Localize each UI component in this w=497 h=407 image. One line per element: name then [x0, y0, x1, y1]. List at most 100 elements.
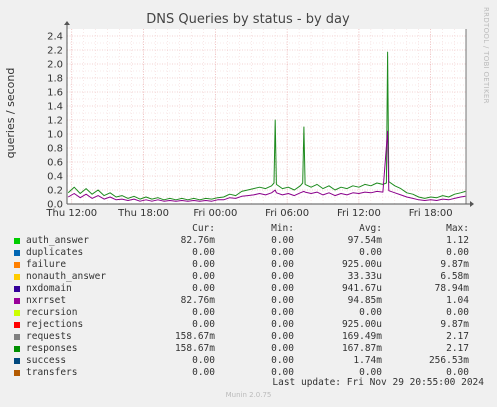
legend: Cur: Min: Avg: Max: auth_answer 82.76m 0.0…: [12, 223, 482, 379]
legend-row-nonauth_answer: nonauth_answer 0.00 0.00 33.33u 6.58m: [12, 271, 482, 283]
legend-row-requests: requests 158.67m 0.00 169.49m 2.17: [12, 331, 482, 343]
y-tick-label: 1.2: [47, 116, 63, 127]
legend-swatch: [14, 345, 20, 352]
legend-min: 0.00: [271, 331, 294, 342]
legend-max: 256.53m: [428, 355, 469, 366]
y-tick-label: 1.8: [47, 74, 63, 85]
legend-max: 2.17: [446, 343, 469, 354]
legend-row-nxrrset: nxrrset 82.76m 0.00 94.85m 1.04: [12, 295, 482, 307]
x-tick-label: Fri 06:00: [265, 208, 309, 219]
legend-min: 0.00: [271, 343, 294, 354]
y-axis-label: queries / second: [4, 68, 17, 159]
legend-cur: 0.00: [192, 367, 215, 378]
legend-swatch: [14, 357, 20, 364]
legend-max: 0.00: [446, 307, 469, 318]
legend-label: success: [26, 355, 67, 366]
legend-min: 0.00: [271, 295, 294, 306]
legend-avg: 925.00u: [341, 319, 382, 330]
legend-min: 0.00: [271, 247, 294, 258]
x-tick-label: Thu 12:00: [45, 208, 97, 219]
legend-label: rejections: [26, 319, 84, 330]
legend-cur: 0.00: [192, 259, 215, 270]
legend-avg: 925.00u: [341, 259, 382, 270]
legend-label: requests: [26, 331, 72, 342]
chart-title: DNS Queries by status - by day: [146, 12, 350, 27]
legend-row-nxdomain: nxdomain 0.00 0.00 941.67u 78.94m: [12, 283, 482, 295]
legend-label: auth_answer: [26, 235, 89, 246]
legend-min: 0.00: [271, 319, 294, 330]
x-tick-label: Fri 00:00: [193, 208, 237, 219]
legend-swatch: [14, 273, 20, 280]
legend-row-failure: failure 0.00 0.00 925.00u 9.87m: [12, 259, 482, 271]
y-tick-label: 1.0: [47, 130, 63, 141]
last-update: Last update: Fri Nov 29 20:55:00 2024: [272, 377, 484, 388]
y-tick-label: 0.6: [47, 158, 63, 169]
legend-row-responses: responses 158.67m 0.00 167.87m 2.17: [12, 343, 482, 355]
legend-min: 0.00: [271, 355, 294, 366]
y-tick-label: 1.6: [47, 88, 63, 99]
legend-swatch: [14, 333, 20, 340]
legend-max: 0.00: [446, 247, 469, 258]
legend-cur: 158.67m: [174, 343, 215, 354]
legend-avg: 33.33u: [347, 271, 382, 282]
legend-row-rejections: rejections 0.00 0.00 925.00u 9.87m: [12, 319, 482, 331]
legend-min: 0.00: [271, 283, 294, 294]
legend-min: 0.00: [271, 235, 294, 246]
y-tick-label: 2.0: [47, 60, 63, 71]
legend-max: 9.87m: [440, 259, 469, 270]
legend-avg: 167.87m: [341, 343, 382, 354]
legend-row-success: success 0.00 0.00 1.74m 256.53m: [12, 355, 482, 367]
legend-label: recursion: [26, 307, 78, 318]
legend-cur: 158.67m: [174, 331, 215, 342]
y-axis-arrow: [64, 21, 70, 25]
legend-cur: 0.00: [192, 283, 215, 294]
y-tick-label: 0.8: [47, 144, 63, 155]
legend-avg: 97.54m: [347, 235, 382, 246]
legend-swatch: [14, 249, 20, 256]
legend-label: nxrrset: [26, 295, 67, 306]
legend-avg: 94.85m: [347, 295, 382, 306]
legend-max: 1.12: [446, 235, 469, 246]
legend-header-max: Max:: [446, 223, 469, 234]
legend-label: nxdomain: [26, 283, 72, 294]
legend-label: failure: [26, 259, 67, 270]
y-tick-label: 2.2: [47, 46, 63, 57]
legend-avg: 1.74m: [353, 355, 382, 366]
x-axis-arrow: [470, 201, 474, 207]
legend-avg: 941.67u: [341, 283, 382, 294]
legend-min: 0.00: [271, 259, 294, 270]
legend-label: transfers: [26, 367, 78, 378]
legend-swatch: [14, 369, 20, 376]
legend-cur: 0.00: [192, 319, 215, 330]
legend-max: 78.94m: [434, 283, 469, 294]
legend-max: 9.87m: [440, 319, 469, 330]
x-tick-label: Fri 12:00: [337, 208, 381, 219]
y-tick-label: 2.4: [47, 32, 63, 43]
legend-avg: 169.49m: [341, 331, 382, 342]
legend-avg: 0.00: [359, 307, 382, 318]
legend-header-cur: Cur:: [192, 223, 215, 234]
munin-version: Munin 2.0.75: [225, 391, 272, 399]
legend-swatch: [14, 321, 20, 328]
legend-cur: 0.00: [192, 247, 215, 258]
legend-row-recursion: recursion 0.00 0.00 0.00 0.00: [12, 307, 482, 319]
legend-swatch: [14, 309, 20, 316]
y-tick-label: 0.4: [47, 172, 63, 183]
legend-cur: 0.00: [192, 271, 215, 282]
legend-cur: 0.00: [192, 355, 215, 366]
legend-max: 2.17: [446, 331, 469, 342]
rrdtool-credit: RRDTOOL / TOBI OETIKER: [482, 7, 490, 104]
legend-swatch: [14, 297, 20, 304]
legend-avg: 0.00: [359, 247, 382, 258]
legend-header-min: Min:: [271, 223, 294, 234]
legend-min: 0.00: [271, 307, 294, 318]
legend-swatch: [14, 285, 20, 292]
legend-label: duplicates: [26, 247, 84, 258]
legend-cur: 82.76m: [180, 295, 215, 306]
legend-max: 1.04: [446, 295, 469, 306]
plot-area: [67, 29, 466, 204]
legend-label: responses: [26, 343, 78, 354]
x-tick-label: Fri 18:00: [409, 208, 453, 219]
legend-header: Cur: Min: Avg: Max:: [12, 223, 482, 235]
y-tick-label: 0.2: [47, 186, 63, 197]
